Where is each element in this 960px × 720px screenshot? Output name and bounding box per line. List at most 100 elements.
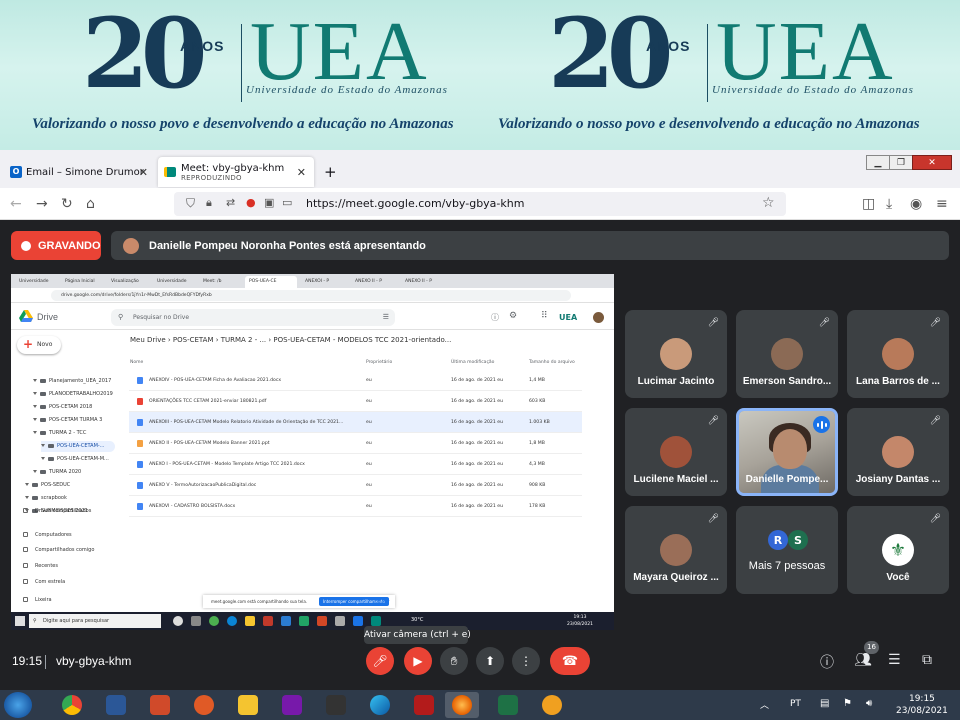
- back-icon[interactable]: ←: [10, 196, 22, 212]
- new-tab-button[interactable]: +: [318, 157, 342, 187]
- file-date: 16 de ago. de 2021 eu: [451, 462, 503, 467]
- participant-tile-speaking[interactable]: Danielle Pompe...: [736, 408, 838, 496]
- file-date: 16 de ago. de 2021 eu: [451, 441, 503, 446]
- camera-off-icon[interactable]: ▣: [264, 196, 274, 209]
- onenote-taskbar-button[interactable]: [275, 692, 309, 718]
- downloads-icon[interactable]: ⤓: [886, 196, 892, 212]
- doc-icon: [137, 482, 143, 489]
- side-label: Lixeira: [35, 597, 52, 603]
- drive-breadcrumb: Meu Drive › POS-CETAM › TURMA 2 - ... › …: [130, 336, 452, 344]
- shield-icon[interactable]: ⛉: [186, 196, 195, 211]
- people-icon: [23, 547, 28, 552]
- mic-off-icon: 🎤︎: [372, 654, 388, 668]
- app-icon: [191, 616, 201, 626]
- start-button[interactable]: [4, 692, 32, 718]
- forward-icon[interactable]: →: [36, 196, 48, 212]
- url-bar[interactable]: ⛉ 🔒︎ ⇄ ● ▣ ▭ https://meet.google.com/vby…: [174, 192, 786, 216]
- edge-taskbar-button[interactable]: [363, 692, 397, 718]
- activities-icon[interactable]: ⧉: [922, 652, 932, 668]
- network-icon[interactable]: ▤: [820, 698, 829, 709]
- media-taskbar-button[interactable]: [187, 692, 221, 718]
- menu-icon[interactable]: ≡: [936, 196, 948, 212]
- chrome-taskbar-button[interactable]: [55, 692, 89, 718]
- camera-button[interactable]: ▶︎: [404, 647, 432, 675]
- more-options-button[interactable]: ⋮: [512, 647, 540, 675]
- tab-meet[interactable]: Meet: vby-gbya-khm REPRODUZINDO ✕: [158, 157, 314, 187]
- home-icon[interactable]: ⌂: [86, 196, 95, 212]
- shared-screen[interactable]: Universidade Página Inicial Visualização…: [11, 274, 614, 630]
- end-call-button[interactable]: ☎︎: [550, 647, 590, 675]
- file-date: 16 de ago. de 2021 eu: [451, 378, 503, 383]
- explorer-taskbar-button[interactable]: [231, 692, 265, 718]
- account-icon[interactable]: ◉: [910, 196, 922, 212]
- doc-icon: [137, 419, 143, 426]
- pdf-taskbar-button[interactable]: [407, 692, 441, 718]
- restore-button[interactable]: ❐: [889, 155, 913, 170]
- word-taskbar-button[interactable]: [99, 692, 133, 718]
- taskbar-search: ⚲ Digite aqui para pesquisar: [29, 614, 161, 628]
- app-icon: [150, 695, 170, 715]
- camera-tooltip: Ativar câmera (ctrl + e): [364, 626, 471, 644]
- chat-icon[interactable]: ☰: [888, 652, 901, 668]
- self-tile[interactable]: 🎤︎ ⚜ Você: [847, 506, 949, 594]
- mic-off-icon: 🎤︎: [929, 318, 941, 328]
- language-indicator[interactable]: PT: [790, 699, 801, 709]
- flag-icon[interactable]: ⚑: [843, 698, 852, 709]
- system-clock[interactable]: 19:15 23/08/2021: [896, 693, 948, 717]
- recording-label: GRAVANDO: [38, 239, 101, 252]
- minimize-button[interactable]: ▁: [866, 155, 890, 170]
- side-shared-with-me: Compartilhados comigo: [11, 544, 94, 556]
- caret-icon: [25, 483, 29, 486]
- app-taskbar-button[interactable]: [319, 692, 353, 718]
- recording-indicator[interactable]: GRAVANDO: [11, 231, 101, 260]
- file-name: ANEXO II - POS-UEA-CETAM Modelo Banner 2…: [149, 441, 270, 446]
- pocket-icon[interactable]: ◫: [862, 196, 875, 212]
- close-icon[interactable]: ✕: [297, 166, 306, 179]
- shield-icon: [542, 695, 562, 715]
- participant-tile[interactable]: 🎤︎ Josiany Dantas ...: [847, 408, 949, 496]
- tab-email-label: Email – Simone Drumond – Out: [26, 166, 144, 178]
- participant-tile[interactable]: 🎤︎ Lucilene Maciel ...: [625, 408, 727, 496]
- reload-icon[interactable]: ↻: [61, 196, 73, 212]
- lock-icon[interactable]: 🔒︎: [206, 196, 212, 210]
- tray-expand-icon[interactable]: ︿: [760, 698, 769, 711]
- permissions-icon[interactable]: ⇄: [226, 196, 235, 209]
- window-close-button[interactable]: ✕: [912, 155, 952, 170]
- info-icon[interactable]: ⓘ: [820, 652, 834, 672]
- mic-off-icon: 🎤︎: [818, 318, 830, 328]
- raise-hand-button[interactable]: ✋︎: [440, 647, 468, 675]
- presenting-text: Danielle Pompeu Noronha Pontes está apre…: [149, 239, 426, 252]
- drive-new-label: Novo: [37, 341, 53, 348]
- tree-label: TURMA 2020: [49, 469, 82, 475]
- microphone-button[interactable]: 🎤︎: [366, 647, 394, 675]
- app-taskbar-button[interactable]: [535, 692, 569, 718]
- file-owner: eu: [366, 399, 372, 404]
- people-icon[interactable]: 👥︎: [854, 652, 872, 668]
- firefox-taskbar-button[interactable]: [445, 692, 479, 718]
- avatar: [660, 436, 692, 468]
- participant-tile[interactable]: 🎤︎ Lucimar Jacinto: [625, 310, 727, 398]
- present-button[interactable]: ⬆: [476, 647, 504, 675]
- tab-email[interactable]: O Email – Simone Drumond – Out ✕: [4, 157, 156, 187]
- participant-tile[interactable]: 🎤︎ Emerson Sandro...: [736, 310, 838, 398]
- volume-icon[interactable]: 🔊︎: [866, 698, 872, 709]
- plus-icon: +: [23, 337, 34, 351]
- doc-icon: [137, 377, 143, 384]
- bookmark-star-icon[interactable]: ☆: [762, 195, 775, 211]
- file-name: ANEXOIV - POS-UEA-CETAM Ficha de Avaliac…: [149, 378, 282, 383]
- column-name: Nome: [130, 360, 144, 365]
- microphone-icon[interactable]: ●: [246, 196, 256, 209]
- close-icon[interactable]: ✕: [139, 166, 148, 179]
- meet-icon: [164, 167, 176, 177]
- side-computers: Computadores: [11, 529, 72, 541]
- tab-meet-sublabel: REPRODUZINDO: [181, 173, 242, 182]
- app-taskbar-button[interactable]: [143, 692, 177, 718]
- search-icon: ⚲: [33, 618, 37, 624]
- participant-tile[interactable]: 🎤︎ Lana Barros de ...: [847, 310, 949, 398]
- shared-nav: drive.google.com/drive/folders/1jYn1r-Mw…: [11, 288, 614, 303]
- participant-tile[interactable]: 🎤︎ Mayara Queiroz ...: [625, 506, 727, 594]
- more-people-tile[interactable]: R S Mais 7 pessoas: [736, 506, 838, 594]
- screen-share-icon[interactable]: ▭: [282, 196, 292, 209]
- avatar: [882, 338, 914, 370]
- excel-taskbar-button[interactable]: [491, 692, 525, 718]
